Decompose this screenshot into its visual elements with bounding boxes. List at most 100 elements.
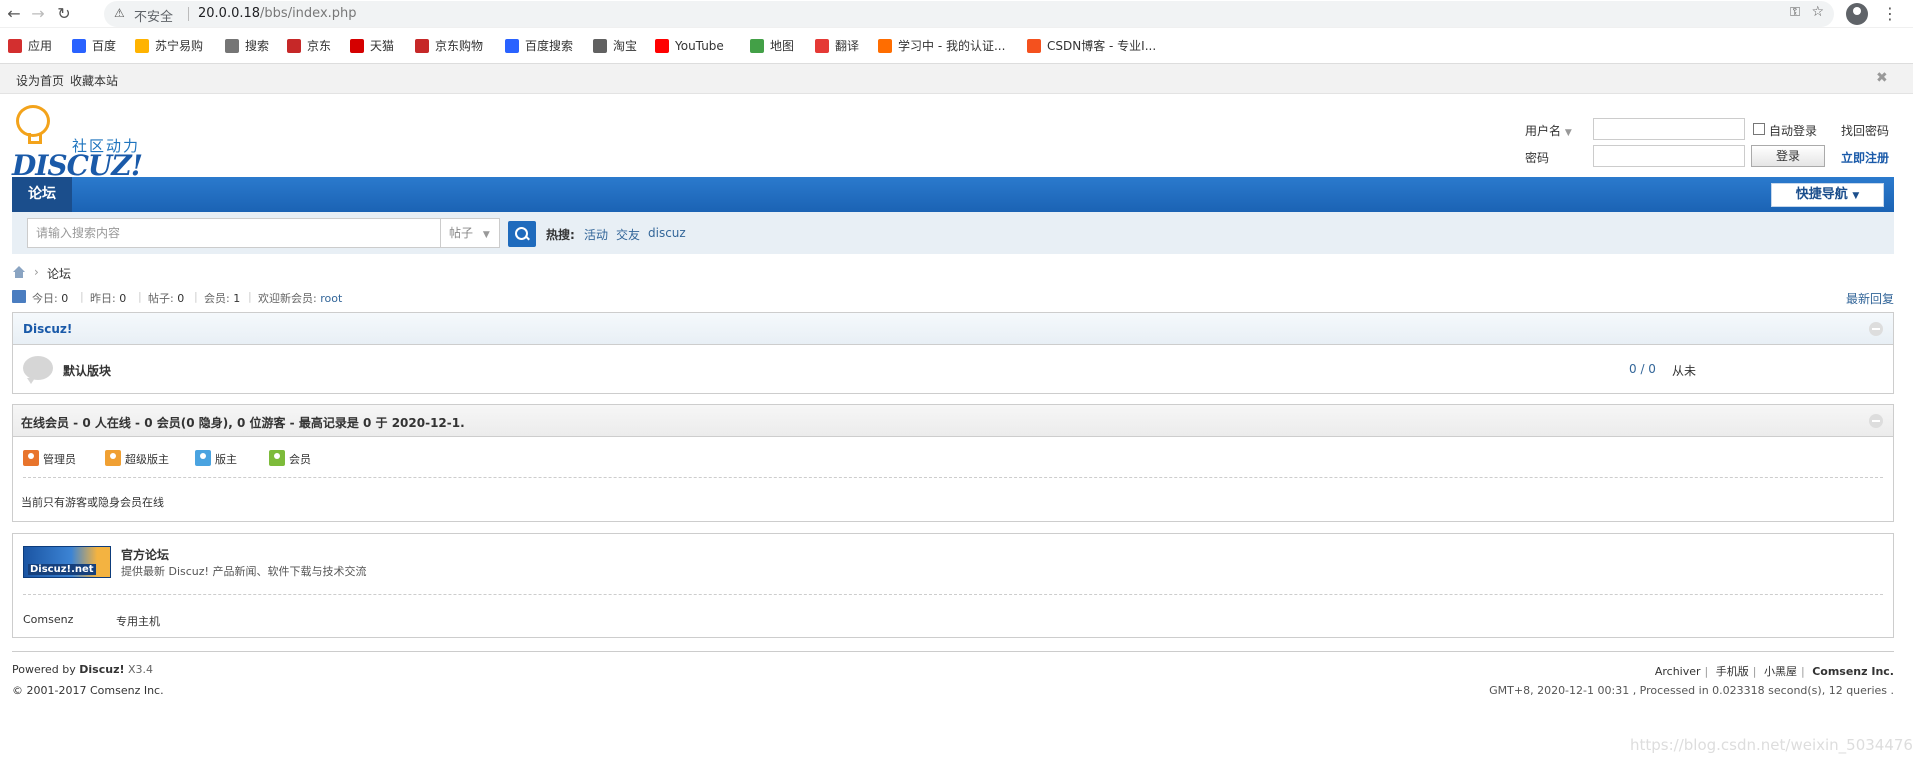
bookmark-item[interactable]: 百度 (72, 38, 116, 54)
forum-icon (23, 356, 53, 384)
bookmark-item[interactable]: 淘宝 (593, 38, 637, 54)
address-bar[interactable]: ⚠ 不安全 20.0.0.18/bbs/index.php ⚿ ☆ (104, 1, 1834, 27)
discuz-net-logo[interactable]: Discuz!.net (23, 546, 111, 578)
latest-replies-link[interactable]: 最新回复 (1846, 290, 1894, 307)
find-password-link[interactable]: 找回密码 (1841, 122, 1889, 139)
home-icon[interactable] (12, 266, 26, 278)
bookmark-item[interactable]: 应用 (8, 38, 52, 54)
bookmark-item[interactable]: 京东 (287, 38, 331, 54)
hot-link-activity[interactable]: 活动 (584, 226, 608, 243)
member-role-icon (195, 450, 211, 466)
member-role-icon (105, 450, 121, 466)
bookmark-favicon-icon (72, 39, 86, 53)
favorite-link[interactable]: 收藏本站 (70, 72, 118, 89)
quick-nav-button[interactable]: 快捷导航 ▼ (1771, 183, 1884, 207)
friend-links-box: Discuz!.net 官方论坛 提供最新 Discuz! 产品新闻、软件下载与… (12, 533, 1894, 638)
menu-kebab-icon[interactable]: ⋮ (1882, 4, 1898, 24)
official-forum-link[interactable]: 官方论坛 (121, 546, 169, 563)
member-role-label: 版主 (215, 453, 237, 466)
bookmark-item[interactable]: YouTube (655, 38, 724, 54)
member-role-icon (23, 450, 39, 466)
copyright: © 2001-2017 Comsenz Inc. (12, 684, 164, 697)
processed-info: GMT+8, 2020-12-1 00:31 , Processed in 0.… (1489, 684, 1894, 697)
bookmark-item[interactable]: 地图 (750, 38, 794, 54)
hot-link-dating[interactable]: 交友 (616, 226, 640, 243)
forum-stats: 今日: 0 | 昨日: 0 | 帖子: 0 | 会员: 1 | 欢迎新会员: r… (12, 290, 1894, 306)
bookmark-item[interactable]: 天猫 (350, 38, 394, 54)
forum-counts: 0 / 0 (1629, 362, 1656, 376)
mobile-link[interactable]: 手机版 (1716, 665, 1749, 678)
online-members-box: 在线会员 - 0 人在线 - 0 会员(0 隐身), 0 位游客 - 最高记录是… (12, 404, 1894, 522)
blackroom-link[interactable]: 小黑屋 (1764, 665, 1797, 678)
bookmark-favicon-icon (415, 39, 429, 53)
top-toolbar: 设为首页 收藏本站 ✖ (0, 64, 1913, 94)
site-header: 社区动力 DISCUZ! 用户名 ▼ 自动登录 找回密码 密码 登录 立即注册 (0, 95, 1913, 182)
divider (23, 477, 1883, 478)
forum-name-link[interactable]: 默认版块 (63, 362, 111, 379)
footer-links: Archiver | 手机版 | 小黑屋 | Comsenz Inc. (1654, 665, 1894, 678)
member-role-icon (269, 450, 285, 466)
online-header: 在线会员 - 0 人在线 - 0 会员(0 隐身), 0 位游客 - 最高记录是… (13, 405, 1893, 437)
collapse-category-icon[interactable] (1869, 322, 1883, 336)
online-note: 当前只有游客或隐身会员在线 (21, 496, 164, 509)
password-input[interactable] (1593, 145, 1745, 167)
divider (23, 594, 1883, 595)
breadcrumb-separator: › (34, 265, 39, 279)
set-home-link[interactable]: 设为首页 (16, 72, 64, 89)
search-input[interactable]: 请输入搜索内容 (27, 218, 440, 248)
auto-login-label: 自动登录 (1769, 124, 1818, 138)
bookmark-favicon-icon (505, 39, 519, 53)
nav-forum[interactable]: 论坛 (12, 177, 72, 212)
collapse-online-icon[interactable] (1869, 414, 1883, 428)
bookmark-item[interactable]: 苏宁易购 (135, 38, 203, 54)
comsenz-link[interactable]: Comsenz Inc. (1812, 665, 1894, 678)
site-logo[interactable]: 社区动力 DISCUZ! (12, 105, 152, 182)
collapse-icon[interactable]: ✖ (1876, 70, 1888, 86)
bookmark-item[interactable]: 京东购物 (415, 38, 483, 54)
bookmark-item[interactable]: 百度搜索 (505, 38, 573, 54)
login-button[interactable]: 登录 (1751, 145, 1825, 167)
link-hosting[interactable]: 专用主机 (116, 613, 160, 629)
bookmark-favicon-icon (287, 39, 301, 53)
username-label[interactable]: 用户名 ▼ (1525, 122, 1572, 139)
link-comsenz[interactable]: Comsenz (23, 613, 73, 626)
profile-avatar-icon[interactable] (1846, 3, 1868, 25)
search-button[interactable] (508, 221, 536, 247)
bookmark-item[interactable]: 搜索 (225, 38, 269, 54)
hot-link-discuz[interactable]: discuz (648, 226, 686, 240)
key-icon[interactable]: ⚿ (1790, 5, 1800, 20)
newest-member-link[interactable]: root (320, 292, 342, 305)
auto-login-checkbox[interactable] (1753, 123, 1765, 135)
bookmark-item[interactable]: 学习中 - 我的认证... (878, 38, 1005, 54)
search-bar: 请输入搜索内容 帖子 ▼ 热搜: 活动 交友 discuz (12, 212, 1894, 254)
password-label: 密码 (1525, 151, 1550, 165)
product-link[interactable]: Discuz! (79, 663, 124, 676)
bookmark-item[interactable]: 翻译 (815, 38, 859, 54)
powered-by: Powered by Discuz! X3.4 (12, 663, 154, 676)
bookmark-favicon-icon (593, 39, 607, 53)
bookmark-item[interactable]: CSDN博客 - 专业I... (1027, 38, 1156, 54)
search-type-select[interactable]: 帖子 ▼ (440, 218, 500, 248)
forward-icon[interactable]: → (28, 4, 48, 24)
star-icon[interactable]: ☆ (1811, 4, 1824, 20)
register-link[interactable]: 立即注册 (1841, 149, 1889, 166)
back-icon[interactable]: ← (4, 4, 24, 24)
reload-icon[interactable]: ↻ (54, 4, 74, 24)
login-form: 用户名 ▼ 自动登录 找回密码 密码 登录 立即注册 (1525, 118, 1911, 172)
footer-divider (12, 651, 1894, 652)
archiver-link[interactable]: Archiver (1655, 665, 1701, 678)
bookmark-favicon-icon (350, 39, 364, 53)
forum-last-post: 从未 (1672, 364, 1697, 378)
main-nav: 论坛 快捷导航 ▼ (12, 177, 1894, 212)
member-role-label: 管理员 (43, 453, 76, 466)
url-text[interactable]: 20.0.0.18/bbs/index.php (198, 6, 357, 21)
category-name[interactable]: Discuz! (23, 322, 72, 336)
username-input[interactable] (1593, 118, 1745, 140)
bookmark-favicon-icon (225, 39, 239, 53)
member-role-label: 会员 (289, 453, 311, 466)
online-title[interactable]: 在线会员 - 0 人在线 - 0 会员(0 隐身), 0 位游客 - 最高记录是… (21, 414, 465, 431)
breadcrumb-current: 论坛 (47, 267, 72, 281)
chart-icon (12, 290, 26, 303)
category-header: Discuz! (13, 313, 1893, 345)
company-link[interactable]: Comsenz Inc. (90, 684, 164, 697)
